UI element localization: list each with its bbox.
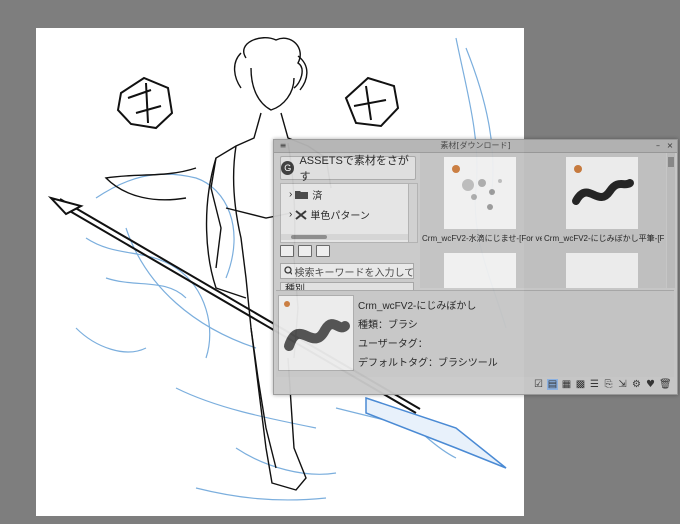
assets-button-label: ASSETSで素材をさがす [299,155,409,183]
material-label: Crm_wcFV2-水滴にじませ-[For ver.2.0] [422,234,542,243]
selected-material-preview [278,295,354,371]
tree-item-done[interactable]: › 済 [289,187,322,202]
cross-icon [295,209,307,220]
search-placeholder: 検索キーワードを入力してくださ... [294,267,413,279]
panel-title: 素材[ダウンロード] [440,141,511,150]
material-thumbnail[interactable] [444,157,516,229]
material-user-tag: ユーザータグ： [358,339,428,350]
assets-search-button[interactable]: G ASSETSで素材をさがす [280,155,416,183]
tree-item-label: 済 [312,191,323,202]
material-detail: Crm_wcFV2-にじみぼかし 種類：ブラシ ユーザータグ： デフォルトタグ：… [276,290,674,377]
settings-icon[interactable]: ⚙ [631,379,642,390]
check-icon[interactable]: ☑ [533,379,544,390]
export-icon[interactable]: ⇲ [617,379,628,390]
panel-bottom-toolbar: ☑ ▤ ▦ ▩ ☰ ⎘ ⇲ ⚙ ♥ 🗑 [276,377,674,391]
material-type: 種類：ブラシ [358,320,418,331]
scrollbar-thumb[interactable] [668,157,674,167]
close-icon[interactable]: × [665,141,675,151]
folder-icon [295,190,309,199]
new-folder-icon[interactable] [280,245,294,257]
material-tree-pane: G ASSETSで素材をさがす › 済 › 単色パターン 検索キーワードを入力し… [276,153,418,296]
chevron-right-icon: › [289,209,293,220]
material-thumbnail[interactable] [444,253,516,288]
material-name: Crm_wcFV2-にじみぼかし [358,301,477,312]
small-thumb-icon[interactable]: ▩ [575,379,586,390]
water-drop-brush-preview [452,165,502,210]
edit-folder-icon[interactable] [316,245,330,257]
trash-icon[interactable]: 🗑 [659,379,672,390]
material-tree: › 済 › 単色パターン [280,183,410,243]
material-thumbnail[interactable] [566,157,638,229]
tree-item-label: 単色パターン [310,211,370,222]
large-thumb-icon[interactable]: ▦ [561,379,572,390]
folder-tools [280,244,412,258]
detail-view-icon[interactable]: ▤ [547,378,558,390]
minimize-icon[interactable]: – [653,141,663,151]
import-icon[interactable]: ⎘ [603,379,614,390]
tree-horizontal-scrollbar[interactable] [281,234,409,240]
left-gauntlet [116,76,174,130]
chevron-right-icon: › [289,189,293,200]
material-panel[interactable]: ≡ 素材[ダウンロード] – × G ASSETSで素材をさがす › 済 › 単… [273,139,678,395]
blur-brush-preview [284,301,350,351]
list-view-icon[interactable]: ☰ [589,379,600,390]
blur-flat-brush-preview [572,165,634,205]
material-default-tag: デフォルトタグ：ブラシツール [358,358,498,369]
tree-item-solid-pattern[interactable]: › 単色パターン [289,207,370,222]
search-input[interactable]: 検索キーワードを入力してくださ... [280,263,414,279]
material-label: Crm_wcFV2-にじみぼかし平筆-[For ver [544,234,664,243]
heart-icon[interactable]: ♥ [645,379,656,390]
tree-vertical-scrollbar[interactable] [408,183,418,243]
scrollbar-thumb[interactable] [291,235,327,239]
search-icon [284,266,292,275]
grid-vertical-scrollbar[interactable] [667,153,675,288]
material-thumbnail-grid: Crm_wcFV2-水滴にじませ-[For ver.2.0] Crm_wcFV2… [420,153,666,288]
assets-logo-icon: G [281,161,295,175]
duplicate-folder-icon[interactable] [298,245,312,257]
material-thumbnail[interactable] [566,253,638,288]
